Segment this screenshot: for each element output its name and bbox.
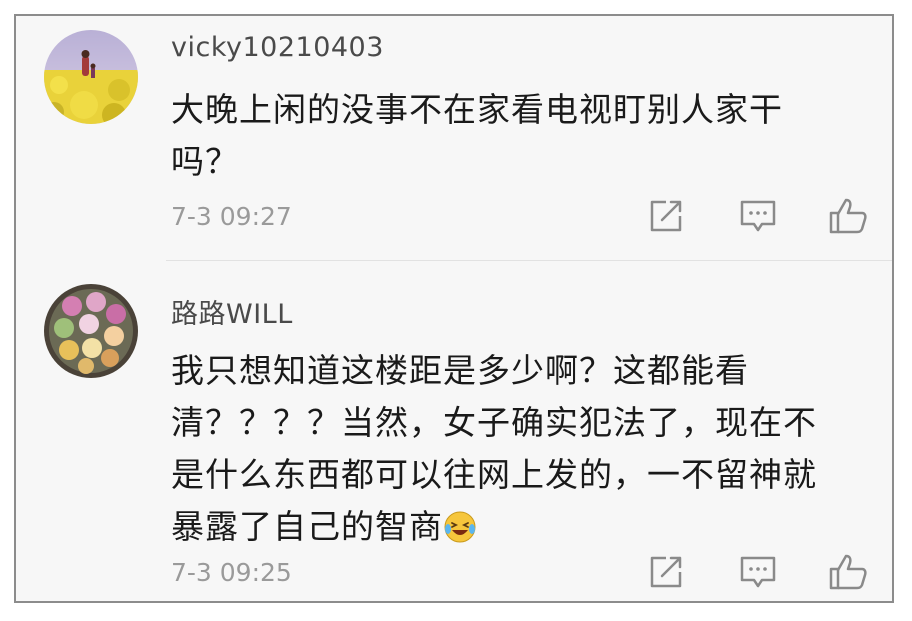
divider bbox=[166, 260, 892, 261]
avatar[interactable] bbox=[44, 30, 138, 124]
username[interactable]: vicky10210403 bbox=[171, 32, 384, 63]
comment-item: vicky10210403 大晚上闲的没事不在家看电视盯别人家干 吗？ 7-3 … bbox=[16, 16, 892, 256]
share-button[interactable] bbox=[644, 194, 688, 238]
reply-button[interactable] bbox=[736, 194, 780, 238]
comment-text-line: 吗？ bbox=[171, 142, 239, 181]
yellow-flower-field-avatar-icon bbox=[44, 30, 138, 124]
comment-text-line: 是什么东西都可以往网上发的，一不留神就 bbox=[171, 455, 817, 494]
timestamp: 7-3 09:25 bbox=[171, 558, 292, 587]
comment-icon bbox=[740, 556, 776, 588]
share-icon bbox=[650, 556, 682, 588]
avatar[interactable] bbox=[44, 284, 138, 378]
thumbs-up-icon bbox=[829, 554, 867, 590]
timestamp: 7-3 09:27 bbox=[171, 202, 292, 231]
share-button[interactable] bbox=[644, 550, 688, 594]
comment-list: vicky10210403 大晚上闲的没事不在家看电视盯别人家干 吗？ 7-3 … bbox=[14, 14, 894, 603]
share-icon bbox=[650, 200, 682, 232]
comment-actions bbox=[636, 550, 876, 594]
comment-icon bbox=[740, 200, 776, 232]
username[interactable]: 路路WILL bbox=[171, 292, 293, 331]
comment-text: 我只想知道这楼距是多少啊？这都能看 清？？？？当然，女子确实犯法了，现在不 是什… bbox=[171, 345, 886, 553]
comment-text-fragment: 暴露了自己的智商 bbox=[171, 507, 443, 546]
thumbs-up-icon bbox=[829, 198, 867, 234]
comment-text-line: 清？？？？当然，女子确实犯法了，现在不 bbox=[171, 403, 817, 442]
like-button[interactable] bbox=[826, 194, 870, 238]
comment-actions bbox=[636, 194, 876, 238]
laughing-crying-emoji-icon bbox=[444, 511, 476, 543]
reply-button[interactable] bbox=[736, 550, 780, 594]
comment-item: 路路WILL 我只想知道这楼距是多少啊？这都能看 清？？？？当然，女子确实犯法了… bbox=[16, 274, 892, 601]
like-button[interactable] bbox=[826, 550, 870, 594]
comment-text-line: 暴露了自己的智商 bbox=[171, 501, 886, 553]
steamed-buns-avatar-icon bbox=[44, 284, 138, 378]
comment-text-line: 大晚上闲的没事不在家看电视盯别人家干 bbox=[171, 90, 783, 129]
comment-text-line: 我只想知道这楼距是多少啊？这都能看 bbox=[171, 351, 749, 390]
comment-text: 大晚上闲的没事不在家看电视盯别人家干 吗？ bbox=[171, 84, 886, 188]
